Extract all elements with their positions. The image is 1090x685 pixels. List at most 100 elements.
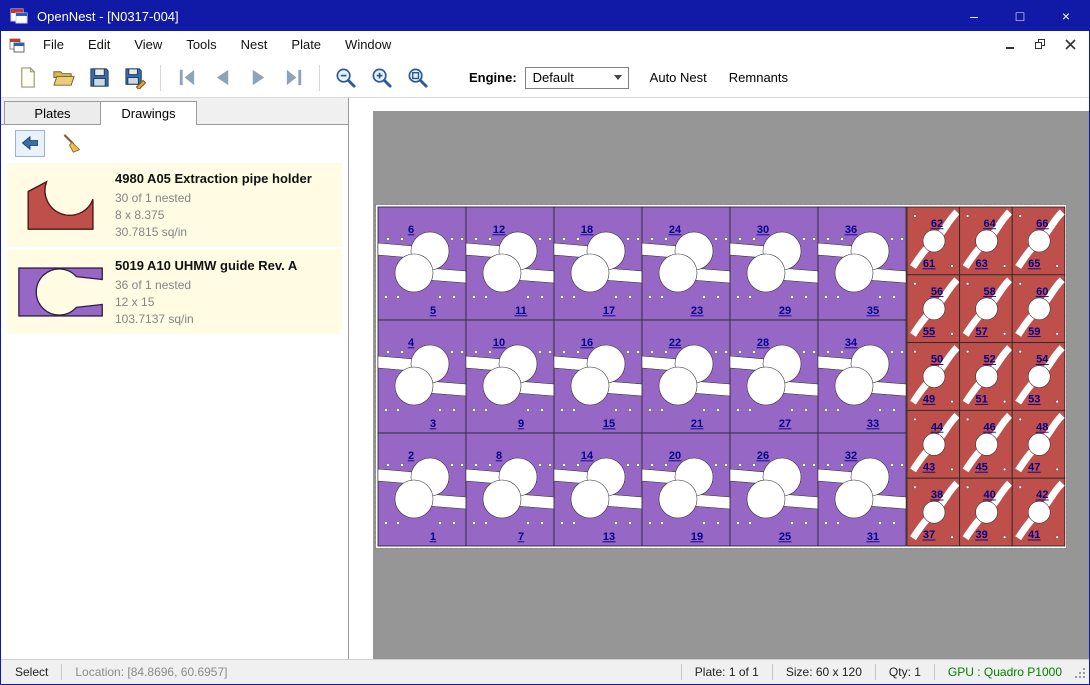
- nested-part-pair[interactable]: 3231: [818, 433, 906, 546]
- resize-grip[interactable]: [1074, 667, 1087, 680]
- nested-part-pair[interactable]: 2221: [642, 320, 730, 433]
- part-number: 56: [931, 286, 943, 298]
- nested-part-pair[interactable]: 1413: [554, 433, 642, 546]
- save-button[interactable]: [81, 62, 117, 94]
- zoom-in-icon: [370, 66, 393, 89]
- maximize-button[interactable]: □: [997, 1, 1043, 31]
- nested-part-pair[interactable]: 1817: [554, 207, 642, 320]
- go-first-button[interactable]: [168, 62, 204, 94]
- drawing-nested-count: 36 of 1 nested: [115, 277, 338, 294]
- menu-nest[interactable]: Nest: [229, 32, 280, 57]
- go-first-icon: [175, 66, 198, 89]
- menu-tools[interactable]: Tools: [174, 32, 228, 57]
- remnants-button[interactable]: Remnants: [718, 64, 799, 91]
- nested-part-pair[interactable]: 21: [378, 433, 466, 546]
- engine-select[interactable]: Default: [525, 67, 629, 89]
- part-number: 25: [779, 531, 791, 543]
- part-number: 57: [975, 326, 987, 338]
- part-number: 45: [975, 461, 987, 473]
- nested-part-pair[interactable]: 4645: [960, 410, 1013, 478]
- nest-canvas[interactable]: 6512111817242330293635431091615222128273…: [349, 98, 1089, 659]
- document-window-icon[interactable]: [9, 37, 25, 53]
- nested-part-pair[interactable]: 1211: [466, 207, 554, 320]
- nested-part-pair[interactable]: 1615: [554, 320, 642, 433]
- menu-plate[interactable]: Plate: [279, 32, 333, 57]
- nested-part-pair[interactable]: 4847: [1012, 410, 1065, 478]
- nested-part-pair[interactable]: 2423: [642, 207, 730, 320]
- nested-part-pair[interactable]: 42 41: [1012, 478, 1065, 546]
- statusbar: Select Location: [84.8696, 60.6957] Plat…: [1, 659, 1089, 684]
- nested-part-pair[interactable]: 6261: [907, 207, 960, 275]
- part-number: 41: [1028, 529, 1040, 541]
- move-back-button[interactable]: [15, 130, 45, 157]
- part-number: 2: [408, 450, 414, 462]
- part-number: 7: [518, 531, 524, 543]
- nested-part-pair[interactable]: 43: [378, 320, 466, 433]
- drawing-item[interactable]: 4980 A05 Extraction pipe holder30 of 1 n…: [7, 163, 342, 247]
- zoom-fit-icon: [406, 66, 429, 89]
- part-number: 42: [1036, 489, 1048, 501]
- tab-drawings[interactable]: Drawings: [100, 101, 197, 125]
- nested-part-pair[interactable]: 5049: [907, 343, 960, 411]
- nested-part-pair[interactable]: 6463: [960, 207, 1013, 275]
- nested-part-pair[interactable]: 4443: [907, 410, 960, 478]
- nested-part-pair[interactable]: 65: [378, 207, 466, 320]
- nested-part-pair[interactable]: 3029: [730, 207, 818, 320]
- nested-part-pair[interactable]: 5453: [1012, 343, 1065, 411]
- opennest-window: OpenNest - [N0317-004] – □ × FileEditVie…: [0, 0, 1090, 685]
- plate[interactable]: 6512111817242330293635431091615222128273…: [376, 205, 1066, 548]
- part-number: 60: [1036, 286, 1048, 298]
- auto-nest-button[interactable]: Auto Nest: [639, 64, 718, 91]
- drawing-item[interactable]: 5019 A10 UHMW guide Rev. A36 of 1 nested…: [7, 250, 342, 334]
- mdi-minimize-button[interactable]: [1003, 39, 1017, 51]
- nested-part-pair[interactable]: 87: [466, 433, 554, 546]
- minimize-button[interactable]: –: [951, 1, 997, 31]
- nested-part-pair[interactable]: 2019: [642, 433, 730, 546]
- menu-edit[interactable]: Edit: [76, 32, 122, 57]
- mdi-close-button[interactable]: [1063, 39, 1077, 51]
- nested-part-pair[interactable]: 5857: [960, 275, 1013, 343]
- zoom-fit-button[interactable]: [399, 62, 435, 94]
- zoom-out-icon: [334, 66, 357, 89]
- zoom-in-button[interactable]: [363, 62, 399, 94]
- drawing-area: 30.7815 sq/in: [115, 224, 338, 241]
- nested-part-pair[interactable]: 5655: [907, 275, 960, 343]
- menu-file[interactable]: File: [31, 32, 76, 57]
- nested-part-pair[interactable]: 3433: [818, 320, 906, 433]
- new-button[interactable]: [9, 62, 45, 94]
- go-previous-button[interactable]: [204, 62, 240, 94]
- app-icon: [10, 7, 28, 25]
- zoom-out-button[interactable]: [327, 62, 363, 94]
- nested-part-pair[interactable]: 109: [466, 320, 554, 433]
- tab-plates[interactable]: Plates: [4, 101, 101, 124]
- nested-part-pair[interactable]: 3635: [818, 207, 906, 320]
- part-number: 1: [430, 531, 436, 543]
- toolbar-separator: [319, 65, 320, 91]
- nested-part-pair[interactable]: 6665: [1012, 207, 1065, 275]
- part-number: 28: [757, 337, 769, 349]
- nested-part-pair[interactable]: 6059: [1012, 275, 1065, 343]
- part-number: 15: [603, 418, 615, 430]
- nested-part-pair[interactable]: 2827: [730, 320, 818, 433]
- go-last-button[interactable]: [276, 62, 312, 94]
- save-as-button[interactable]: [117, 62, 153, 94]
- part-number: 5: [430, 305, 436, 317]
- part-number: 44: [931, 421, 944, 433]
- nested-part-pair[interactable]: 2625: [730, 433, 818, 546]
- part-number: 18: [581, 224, 593, 236]
- nested-part-pair[interactable]: 4039: [960, 478, 1013, 546]
- nested-part-pair[interactable]: 5251: [960, 343, 1013, 411]
- menu-window[interactable]: Window: [333, 32, 403, 57]
- toolbar-separator: [160, 65, 161, 91]
- part-number: 14: [581, 450, 594, 462]
- open-button[interactable]: [45, 62, 81, 94]
- clear-nest-button[interactable]: [57, 130, 87, 157]
- engine-label: Engine:: [469, 70, 517, 85]
- part-number: 30: [757, 224, 769, 236]
- mdi-restore-button[interactable]: [1033, 39, 1047, 51]
- go-next-button[interactable]: [240, 62, 276, 94]
- nested-part-pair[interactable]: 3837: [907, 478, 960, 546]
- statusbar-right: Plate: 1 of 1 Size: 60 x 120 Qty: 1 GPU …: [672, 664, 1089, 680]
- close-button[interactable]: ×: [1043, 1, 1089, 31]
- menu-view[interactable]: View: [122, 32, 174, 57]
